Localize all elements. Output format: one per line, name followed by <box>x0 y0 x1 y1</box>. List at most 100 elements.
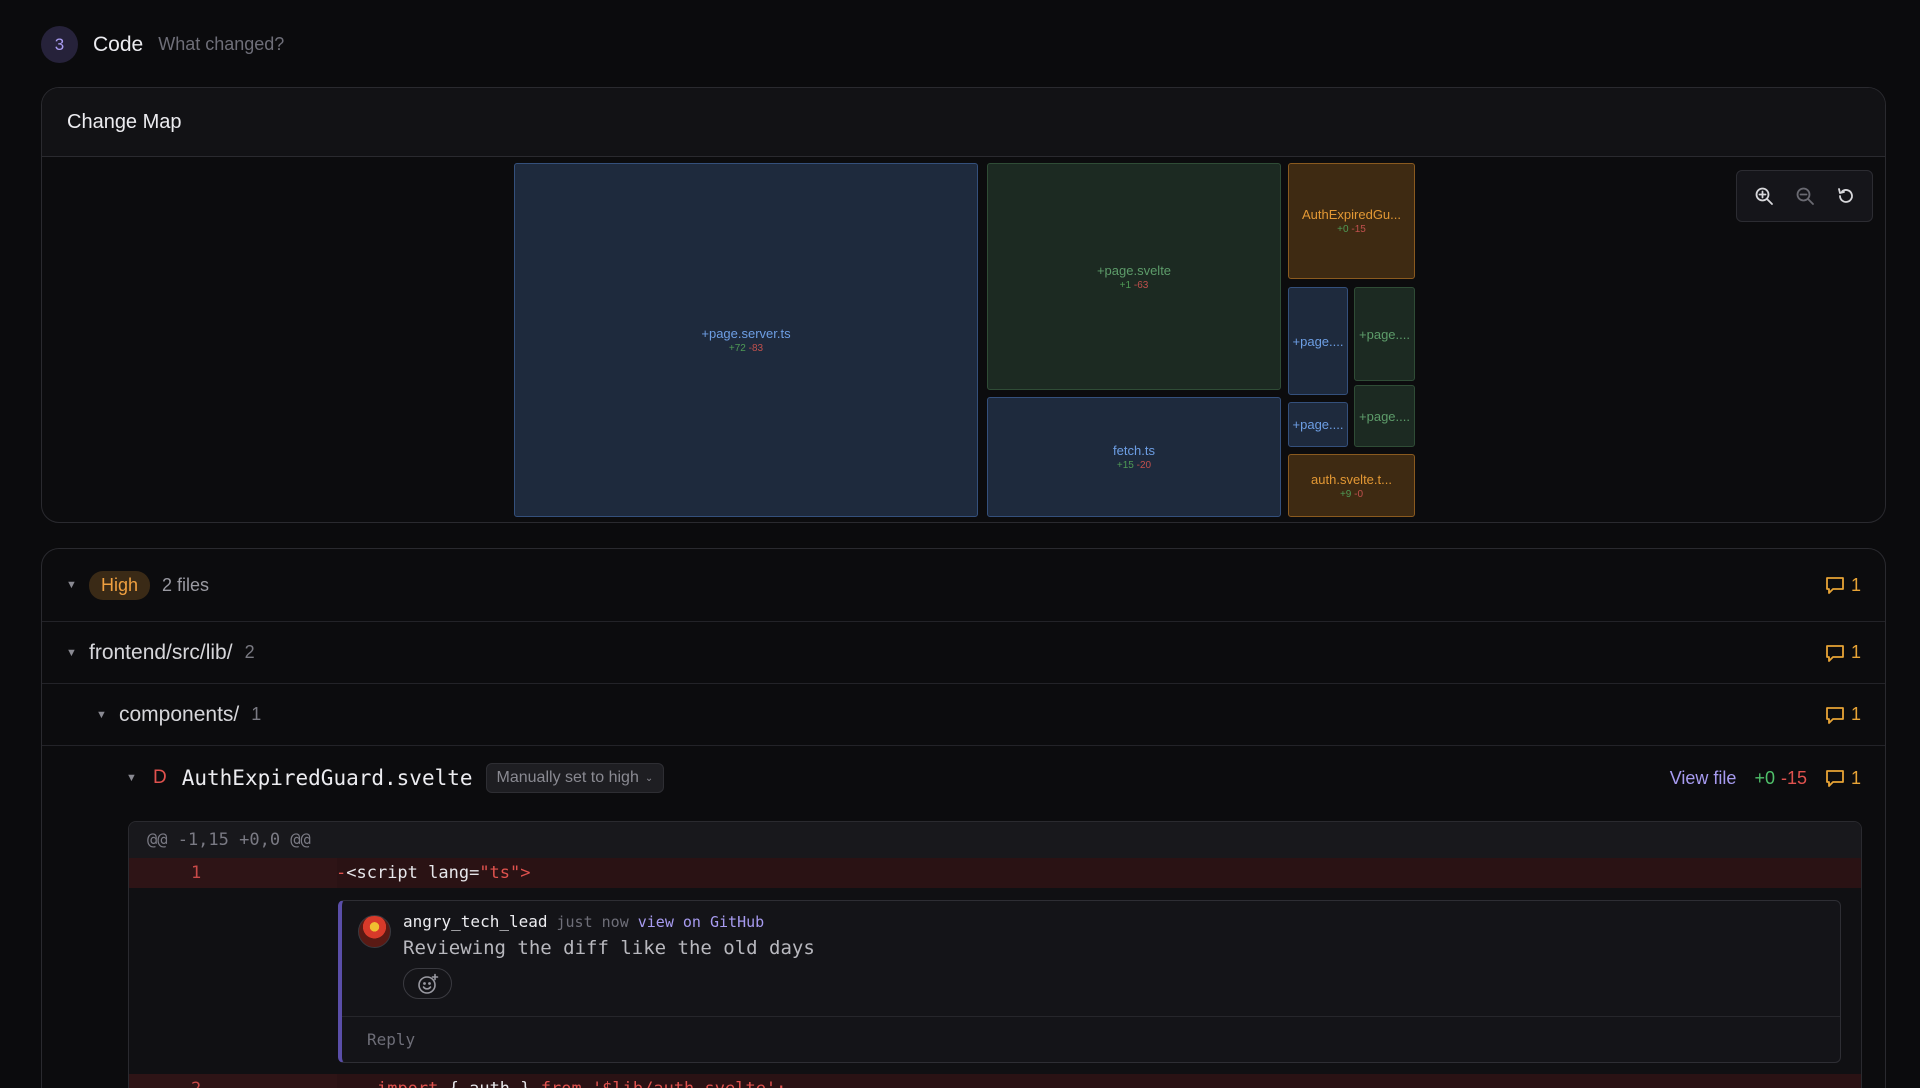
tile-stats: +72 -83 <box>729 343 763 354</box>
priority-badge: High <box>89 570 151 600</box>
code-token: > <box>520 863 531 883</box>
treemap-tile[interactable]: +page.server.ts +72 -83 <box>514 163 978 517</box>
comment-count: 1 <box>1825 768 1861 789</box>
reset-zoom-button[interactable] <box>1830 180 1862 212</box>
tile-name: +page.... <box>1292 333 1344 349</box>
priority-select[interactable]: Manually set to high ⌄ <box>485 763 665 793</box>
code-token: import <box>377 1079 438 1088</box>
chevron-down-icon[interactable]: ▼ <box>96 709 110 721</box>
comment-count-value: 1 <box>1850 574 1861 595</box>
priority-select-label: Manually set to high <box>496 769 639 786</box>
avatar <box>358 915 391 948</box>
comment-count-value: 1 <box>1850 642 1861 662</box>
treemap: +page.server.ts +72 -83 +page.svelte +1 … <box>42 157 1885 522</box>
tile-deletions: -15 <box>1351 224 1366 235</box>
comment-icon <box>1826 644 1844 662</box>
deletions-count: -15 <box>1780 767 1807 788</box>
change-map-title: Change Map <box>67 110 182 133</box>
treemap-tile[interactable]: AuthExpiredGu... +0 -15 <box>1288 163 1415 279</box>
tile-deletions: -83 <box>748 343 764 354</box>
line-number: 1 <box>129 858 337 888</box>
chevron-down-icon: ⌄ <box>644 772 654 784</box>
folder-count: 2 <box>244 642 255 662</box>
tile-stats: +0 -15 <box>1337 224 1366 235</box>
line-op: - <box>336 1079 346 1088</box>
comment-icon <box>1826 706 1844 724</box>
diff-line[interactable]: 2 - import { auth } from '$lib/auth.svel… <box>129 1074 1861 1088</box>
comment-time: just now <box>556 913 629 931</box>
line-number: 2 <box>129 1074 337 1088</box>
line-code: -<script lang="ts"> <box>336 863 531 883</box>
code-token: <script lang= <box>346 863 480 883</box>
tile-additions: +15 <box>1116 460 1134 471</box>
tile-additions: +9 <box>1339 488 1352 500</box>
tile-deletions: -63 <box>1133 279 1149 291</box>
step-number: 3 <box>41 26 78 63</box>
folder-count: 1 <box>251 704 262 724</box>
comment-count: 1 <box>1825 642 1861 663</box>
treemap-tile[interactable]: +page.... <box>1354 385 1415 447</box>
file-row[interactable]: ▼ D AuthExpiredGuard.svelte Manually set… <box>42 743 1885 813</box>
tile-additions: +0 <box>1337 224 1349 235</box>
tile-deletions: -0 <box>1354 488 1364 500</box>
add-reaction-button[interactable] <box>403 968 452 999</box>
comment-thread: angry_tech_lead just now view on GitHub … <box>338 900 1841 1063</box>
treemap-tile[interactable]: +page.svelte +1 -63 <box>987 163 1281 390</box>
tile-stats: +9 -0 <box>1340 489 1363 500</box>
folder-name: components/ <box>119 702 240 726</box>
emoji-add-icon <box>417 973 438 994</box>
diff-line[interactable]: 1 -<script lang="ts"> <box>129 858 1861 888</box>
chevron-down-icon[interactable]: ▼ <box>66 579 80 591</box>
zoom-in-icon <box>1755 187 1773 205</box>
treemap-tile[interactable]: +page.... <box>1288 287 1348 395</box>
tile-deletions: -20 <box>1136 460 1152 471</box>
file-name: AuthExpiredGuard.svelte <box>181 766 473 790</box>
author-name: angry_tech_lead <box>403 912 548 931</box>
treemap-tile[interactable]: +page.... <box>1354 287 1415 381</box>
diff-view: @@ -1,15 +0,0 @@ 1 -<script lang="ts"> a… <box>128 821 1862 1088</box>
code-token: "ts" <box>479 863 521 883</box>
view-file-link[interactable]: View file <box>1670 768 1737 789</box>
tile-name: fetch.ts <box>1113 443 1155 458</box>
code-token: from <box>541 1079 582 1088</box>
change-map-card: Change Map +page.server.ts +72 -83 +page… <box>41 87 1886 523</box>
step-header: 3 Code What changed? <box>41 26 284 63</box>
tile-name: AuthExpiredGu... <box>1302 207 1401 222</box>
treemap-tile[interactable]: auth.svelte.t... +9 -0 <box>1288 454 1415 517</box>
reply-input[interactable]: Reply <box>342 1016 1840 1062</box>
step-title: Code <box>93 32 144 56</box>
comment-count-value: 1 <box>1850 704 1861 724</box>
zoom-out-button[interactable] <box>1789 180 1821 212</box>
tile-name: auth.svelte.t... <box>1311 471 1392 487</box>
additions-count: +0 <box>1754 767 1775 788</box>
zoom-in-button[interactable] <box>1748 180 1780 212</box>
comment-body: Reviewing the diff like the old days <box>403 937 815 959</box>
file-count: 2 files <box>162 574 210 595</box>
treemap-tile[interactable]: fetch.ts +15 -20 <box>987 397 1281 517</box>
tile-stats: +15 -20 <box>1117 460 1151 471</box>
tile-name: +page.svelte <box>1096 262 1172 278</box>
tile-name: +page.... <box>1292 417 1344 432</box>
chevron-down-icon[interactable]: ▼ <box>126 772 140 784</box>
deleted-status: D <box>153 767 167 788</box>
comment-count: 1 <box>1825 704 1861 725</box>
comment-count-value: 1 <box>1850 767 1861 788</box>
priority-group-row[interactable]: ▼ High 2 files 1 <box>42 549 1885 622</box>
github-link[interactable]: view on GitHub <box>638 913 764 931</box>
comment-count: 1 <box>1825 575 1861 596</box>
subfolder-row[interactable]: ▼ components/ 1 1 <box>42 684 1885 746</box>
folder-row[interactable]: ▼ frontend/src/lib/ 2 1 <box>42 622 1885 684</box>
tile-additions: +72 <box>728 343 746 354</box>
reset-icon <box>1837 188 1853 203</box>
tile-name: +page.... <box>1359 408 1410 424</box>
tile-stats: +1 -63 <box>1120 280 1149 291</box>
code-token: '$lib/auth.svelte'; <box>582 1079 786 1088</box>
comment-icon <box>1826 577 1844 594</box>
chevron-down-icon[interactable]: ▼ <box>66 647 80 659</box>
comment-meta: angry_tech_lead just now view on GitHub <box>403 912 764 931</box>
zoom-controls <box>1736 170 1873 222</box>
tile-name: +page.... <box>1359 326 1410 342</box>
tile-name: +page.server.ts <box>701 326 791 341</box>
treemap-tile[interactable]: +page.... <box>1288 402 1348 447</box>
change-map-header: Change Map <box>42 88 1885 157</box>
